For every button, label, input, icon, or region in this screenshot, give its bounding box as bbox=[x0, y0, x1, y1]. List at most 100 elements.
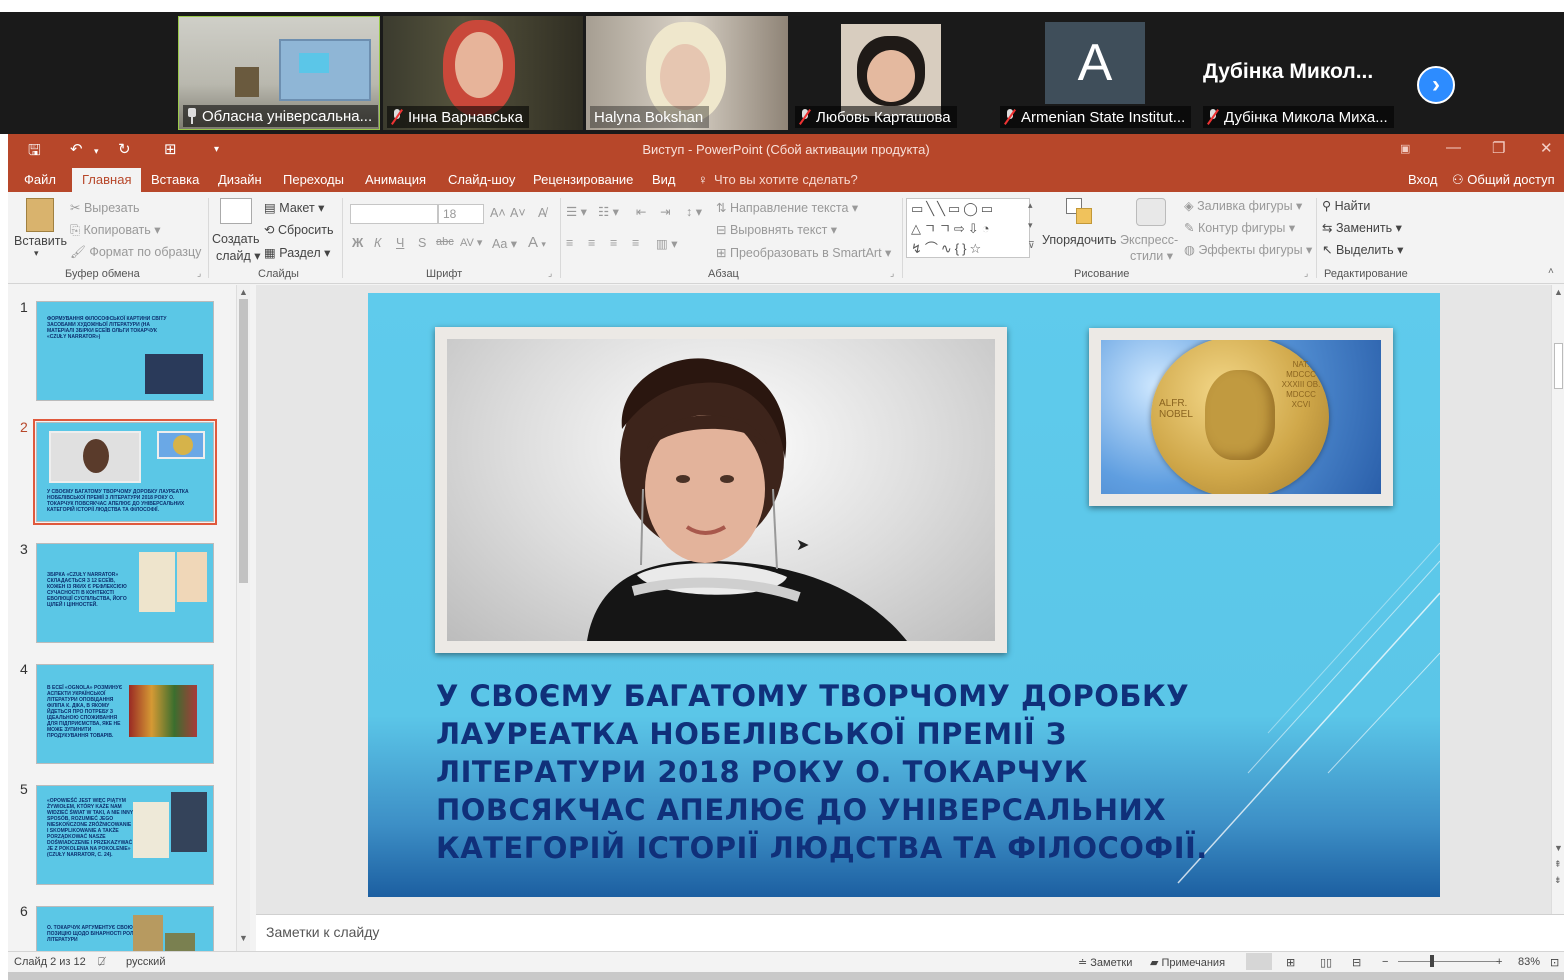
restore-icon[interactable]: ❐ bbox=[1492, 139, 1505, 157]
line-spacing-icon[interactable]: ↕ ▾ bbox=[686, 204, 702, 219]
columns-icon[interactable]: ▥ ▾ bbox=[656, 236, 678, 251]
participant-tile[interactable]: Halyna Bokshan bbox=[586, 16, 788, 130]
slide-2[interactable]: ALFR. NOBEL NAT. MDCCC XXXIII OB. MDCCC … bbox=[368, 293, 1440, 897]
chevron-down-icon[interactable]: ▾ bbox=[34, 248, 39, 259]
paste-button[interactable]: Вставить bbox=[14, 234, 67, 248]
smartart-button[interactable]: ⊞ Преобразовать в SmartArt ▾ bbox=[716, 245, 891, 260]
scroll-down-icon[interactable]: ▼ bbox=[1554, 843, 1563, 853]
numbering-icon[interactable]: ☷ ▾ bbox=[598, 204, 619, 219]
quick-styles-label[interactable]: стили ▾ bbox=[1130, 248, 1173, 263]
slide-thumbnail-6[interactable]: О. ТОКАРЧУК АРГУМЕНТУЄ СВОЮ ПОЗИЦІЮ ЩОДО… bbox=[36, 906, 214, 951]
font-color-button[interactable]: A ▾ bbox=[528, 234, 546, 251]
copy-button[interactable]: ⎘ Копировать ▾ bbox=[70, 222, 161, 238]
new-slide-label[interactable]: слайд ▾ bbox=[216, 248, 261, 263]
zoom-slider[interactable] bbox=[1398, 961, 1498, 962]
font-name-input[interactable] bbox=[350, 204, 438, 224]
cut-button[interactable]: ✂ Вырезать bbox=[70, 200, 140, 215]
tab-review[interactable]: Рецензирование bbox=[533, 172, 633, 187]
spellcheck-icon[interactable]: ⎕̸ bbox=[98, 956, 105, 969]
grow-font-icon[interactable]: A˄ bbox=[490, 206, 506, 220]
scroll-down-icon[interactable]: ▼ bbox=[239, 933, 248, 943]
gallery-scroll-up-icon[interactable]: ▴ bbox=[1028, 200, 1033, 211]
clear-format-icon[interactable]: A̸ bbox=[538, 206, 546, 220]
login-link[interactable]: Вход bbox=[1408, 172, 1437, 187]
notes-toggle-button[interactable]: ≐ Заметки bbox=[1078, 956, 1132, 969]
next-slide-icon[interactable]: ⇟ bbox=[1554, 875, 1562, 886]
reading-view-icon[interactable]: ▯▯ bbox=[1320, 956, 1332, 969]
tab-insert[interactable]: Вставка bbox=[151, 172, 199, 187]
scroll-thumb[interactable] bbox=[1554, 343, 1563, 389]
tab-file[interactable]: Файл bbox=[24, 172, 56, 187]
new-slide-button[interactable]: Создать bbox=[212, 232, 260, 246]
ribbon-display-icon[interactable]: ▣ bbox=[1400, 142, 1410, 155]
participant-tile[interactable]: Обласна універсальна... bbox=[178, 16, 380, 130]
close-icon[interactable]: ✕ bbox=[1540, 139, 1553, 157]
tab-home[interactable]: Главная bbox=[72, 168, 142, 192]
slide-thumbnail-5[interactable]: «OPOWIEŚĆ JEST WIĘC PIĄTYM ŻYWIOŁEM, KTÓ… bbox=[36, 785, 214, 885]
layout-button[interactable]: ▤ Макет ▾ bbox=[264, 200, 324, 215]
slide-thumbnail-3[interactable]: ЗБІРКА «CZUŁY NARRATOR» СКЛАДАЄТЬСЯ З 12… bbox=[36, 543, 214, 643]
tab-transitions[interactable]: Переходы bbox=[283, 172, 344, 187]
format-painter-button[interactable]: 🖌 Формат по образцу bbox=[70, 245, 201, 260]
slide-text[interactable]: У СВОЄМУ БАГАТОМУ ТВОРЧОМУ ДОРОБКУ ЛАУРЕ… bbox=[436, 677, 1236, 867]
zoom-out-button[interactable]: − bbox=[1382, 956, 1388, 968]
participant-tile[interactable]: Любовь Карташова bbox=[791, 16, 993, 130]
dialog-launcher-icon[interactable]: ⌟ bbox=[890, 268, 894, 279]
underline-button[interactable]: Ч bbox=[396, 236, 404, 250]
align-left-icon[interactable]: ≡ bbox=[566, 236, 573, 250]
share-button[interactable]: ⚇ Общий доступ bbox=[1452, 172, 1555, 188]
slide-thumbnail-4[interactable]: В ЕСЕЇ «OGNOLA» РОЗМИНУЄ АСПЕКТИ УКРАЇНС… bbox=[36, 664, 214, 764]
dialog-launcher-icon[interactable]: ⌟ bbox=[548, 268, 552, 279]
scroll-up-icon[interactable]: ▲ bbox=[239, 287, 248, 297]
arrange-button[interactable]: Упорядочить bbox=[1042, 233, 1116, 247]
case-button[interactable]: Aa ▾ bbox=[492, 236, 517, 251]
zoom-slider-thumb[interactable] bbox=[1430, 955, 1434, 967]
dialog-launcher-icon[interactable]: ⌟ bbox=[197, 268, 201, 279]
minimize-icon[interactable]: — bbox=[1446, 139, 1461, 156]
participant-tile[interactable]: Дубінка Микол... Дубінка Микола Миха... bbox=[1199, 16, 1399, 130]
gallery-more-icon[interactable]: ⊽ bbox=[1028, 240, 1035, 251]
spacing-button[interactable]: AV ▾ bbox=[460, 236, 482, 249]
participant-tile[interactable]: Інна Варнавська bbox=[383, 16, 583, 130]
align-right-icon[interactable]: ≡ bbox=[610, 236, 617, 250]
fit-to-window-icon[interactable]: ⊡ bbox=[1550, 956, 1559, 969]
slide-thumbnail-1[interactable]: ФОРМУВАННЯ ФІЛОСОФСЬКОЇ КАРТИНИ СВІТУ ЗА… bbox=[36, 301, 214, 401]
bold-button[interactable]: Ж bbox=[352, 236, 363, 250]
tab-animation[interactable]: Анимация bbox=[365, 172, 426, 187]
zoom-in-button[interactable]: + bbox=[1496, 956, 1502, 968]
tab-design[interactable]: Дизайн bbox=[218, 172, 262, 187]
shadow-button[interactable]: S bbox=[418, 236, 426, 250]
justify-icon[interactable]: ≡ bbox=[632, 236, 639, 250]
replace-button[interactable]: ⇆ Заменить ▾ bbox=[1322, 220, 1402, 235]
slide-scrollbar[interactable]: ▲ ▼ ⇞ ⇟ bbox=[1551, 285, 1564, 914]
reset-button[interactable]: ⟲ Сбросить bbox=[264, 222, 334, 237]
normal-view-icon[interactable] bbox=[1246, 953, 1272, 970]
shape-fill-button[interactable]: ◈ Заливка фигуры ▾ bbox=[1184, 198, 1302, 213]
tab-view[interactable]: Вид bbox=[652, 172, 676, 187]
font-size-input[interactable]: 18 bbox=[438, 204, 484, 224]
align-center-icon[interactable]: ≡ bbox=[588, 236, 595, 250]
shrink-font-icon[interactable]: A˅ bbox=[510, 206, 526, 220]
next-page-button[interactable]: › bbox=[1417, 66, 1455, 104]
notes-pane[interactable]: Заметки к слайду bbox=[256, 914, 1564, 951]
strike-button[interactable]: abc bbox=[436, 236, 454, 248]
slide-thumbnail-2[interactable]: У СВОЄМУ БАГАТОМУ ТВОРЧОМУ ДОРОБКУ ЛАУРЕ… bbox=[33, 419, 217, 525]
text-direction-button[interactable]: ⇅ Направление текста ▾ bbox=[716, 200, 858, 215]
thumbnail-scrollbar[interactable]: ▲ ▼ bbox=[236, 285, 250, 951]
increase-indent-icon[interactable]: ⇥ bbox=[660, 204, 670, 219]
zoom-level[interactable]: 83% bbox=[1518, 956, 1540, 968]
dialog-launcher-icon[interactable]: ⌟ bbox=[1304, 268, 1308, 279]
select-button[interactable]: ↖ Выделить ▾ bbox=[1322, 242, 1403, 257]
find-button[interactable]: ⚲ Найти bbox=[1322, 198, 1370, 213]
scroll-up-icon[interactable]: ▲ bbox=[1554, 287, 1563, 297]
decrease-indent-icon[interactable]: ⇤ bbox=[636, 204, 646, 219]
shape-effects-button[interactable]: ◍ Эффекты фигуры ▾ bbox=[1184, 242, 1312, 257]
participant-tile[interactable]: A Armenian State Institut... bbox=[996, 16, 1196, 130]
section-button[interactable]: ▦ Раздел ▾ bbox=[264, 245, 330, 260]
scroll-thumb[interactable] bbox=[239, 299, 248, 583]
slideshow-view-icon[interactable]: ⊟ bbox=[1352, 956, 1361, 969]
quick-styles-button[interactable]: Экспресс- bbox=[1120, 233, 1178, 247]
bullets-icon[interactable]: ☰ ▾ bbox=[566, 204, 587, 219]
collapse-ribbon-icon[interactable]: ˄ bbox=[1548, 266, 1554, 277]
gallery-scroll-down-icon[interactable]: ▾ bbox=[1028, 220, 1033, 231]
